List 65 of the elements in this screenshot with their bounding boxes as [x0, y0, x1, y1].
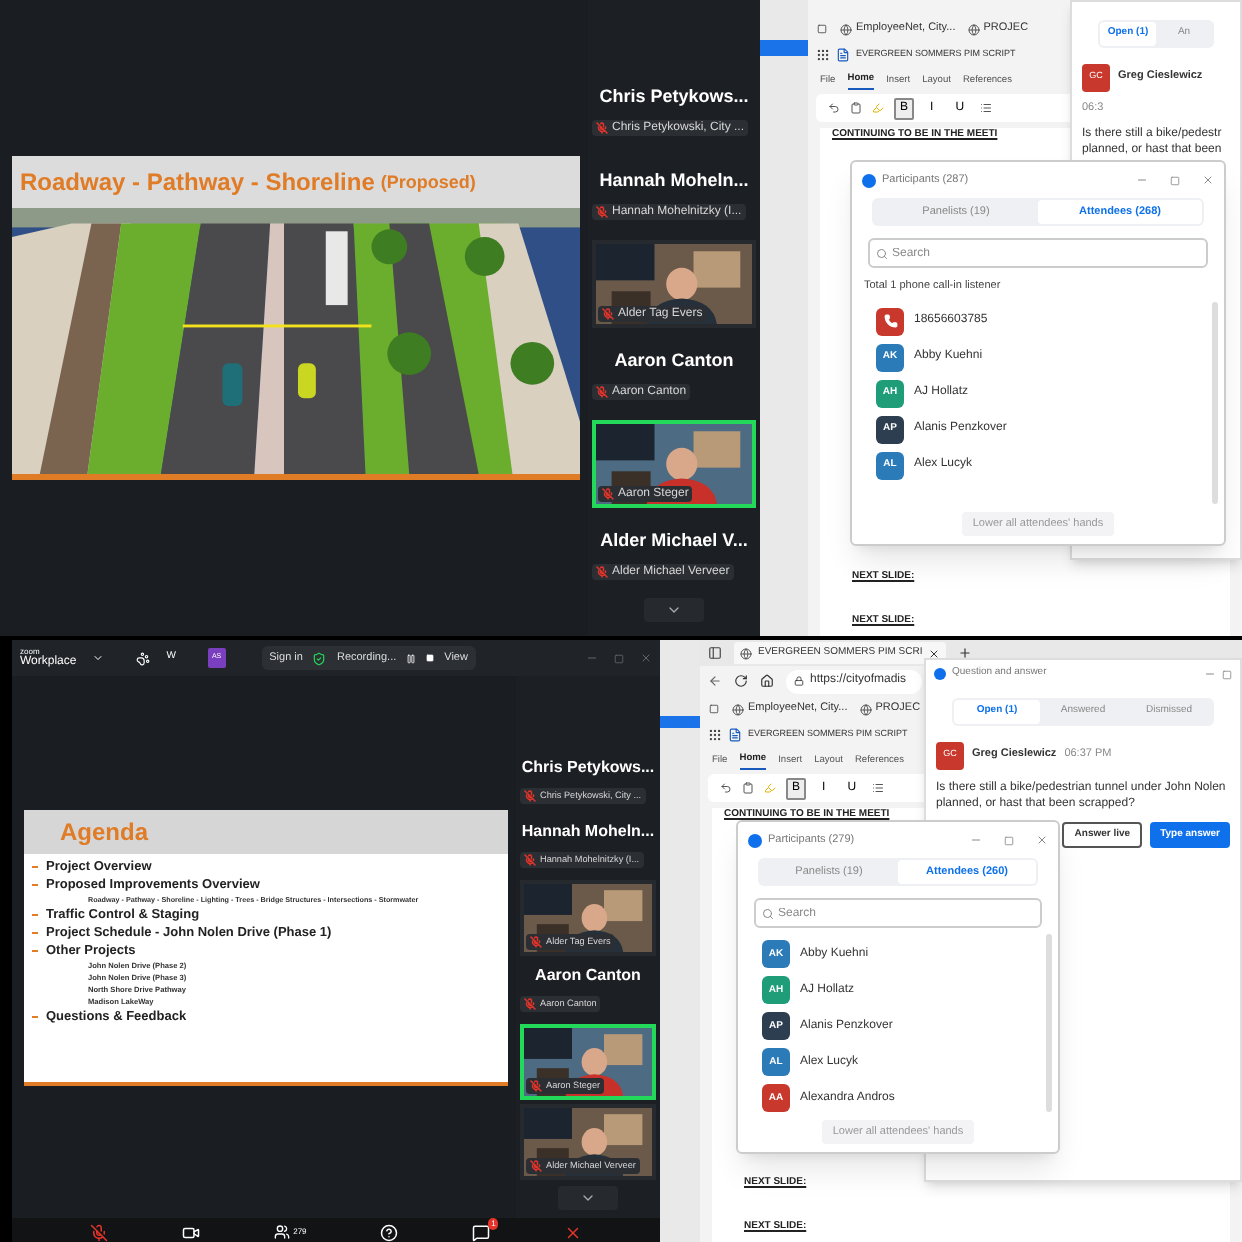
mic-off-icon: [596, 566, 608, 578]
mic-off-icon: [596, 206, 608, 218]
participant-name: Aaron Canton: [535, 968, 641, 984]
chevron-icon[interactable]: [92, 652, 105, 664]
app-icon: [748, 833, 762, 847]
mic-off-icon: [602, 488, 614, 500]
new-tab-icon[interactable]: [958, 646, 973, 660]
paw-icon[interactable]: [136, 651, 151, 665]
home-icon[interactable]: [760, 674, 774, 688]
qa-icon[interactable]: [380, 1224, 399, 1242]
undo-icon[interactable]: [720, 782, 732, 794]
mic-off-icon: [530, 1080, 542, 1092]
mic-off-icon: [596, 122, 608, 134]
participant-name: Chris Petykows...: [521, 760, 655, 776]
app-launcher-icon[interactable]: [816, 48, 830, 62]
globe-icon: [740, 647, 752, 659]
clipboard-icon[interactable]: [850, 102, 862, 114]
participant-name: Chris Petykows...: [599, 88, 749, 106]
participant-name: Alder Michael V...: [600, 532, 748, 550]
globe-icon: [840, 23, 852, 35]
selection-highlight: [660, 716, 700, 728]
mic-off-icon: [524, 790, 536, 802]
chat-icon[interactable]: [472, 1224, 491, 1242]
mic-off-icon: [524, 854, 536, 866]
search-icon: [876, 247, 888, 260]
shield-icon: [312, 651, 327, 665]
leave-icon[interactable]: [564, 1224, 583, 1242]
app-icon: [862, 173, 876, 187]
list-icon[interactable]: [872, 782, 885, 794]
app-icon: [934, 668, 946, 680]
pause-icon[interactable]: [406, 653, 417, 663]
mic-off-icon: [524, 998, 536, 1010]
participant-name: Aaron Canton: [614, 352, 734, 370]
mic-off-icon: [596, 386, 608, 398]
participants-icon[interactable]: [273, 1224, 290, 1240]
selection-highlight: [760, 40, 808, 56]
chevron-down-icon: [666, 602, 682, 618]
document-icon: [836, 48, 850, 62]
close-icon[interactable]: [928, 647, 941, 659]
slide-title: Roadway - Pathway - Shoreline: [20, 170, 375, 194]
phone-icon: [883, 314, 897, 328]
chevron-down-icon: [580, 1190, 596, 1206]
document-icon: [728, 728, 742, 742]
mic-off-icon[interactable]: [89, 1224, 108, 1242]
globe-icon: [859, 703, 872, 715]
list-icon[interactable]: [980, 102, 993, 114]
stop-icon[interactable]: [426, 654, 435, 662]
mic-off-icon: [602, 308, 614, 320]
globe-icon: [732, 703, 744, 715]
mic-off-icon: [530, 1160, 542, 1172]
app-launcher-icon[interactable]: [708, 728, 722, 742]
undo-icon[interactable]: [828, 102, 840, 114]
lock-icon: [794, 676, 804, 686]
globe-icon: [967, 23, 980, 35]
search-icon: [762, 907, 774, 920]
refresh-icon[interactable]: [734, 674, 748, 688]
video-icon[interactable]: [181, 1224, 200, 1242]
sidebar-icon[interactable]: [708, 646, 722, 660]
participant-name: Hannah Moheln...: [521, 824, 655, 840]
slide-subtitle: (Proposed): [380, 173, 476, 191]
mic-off-icon: [530, 936, 542, 948]
slide-title: Agenda: [60, 819, 149, 843]
back-icon[interactable]: [708, 674, 722, 688]
participant-name: Hannah Moheln...: [599, 172, 749, 190]
clipboard-icon[interactable]: [742, 782, 754, 794]
